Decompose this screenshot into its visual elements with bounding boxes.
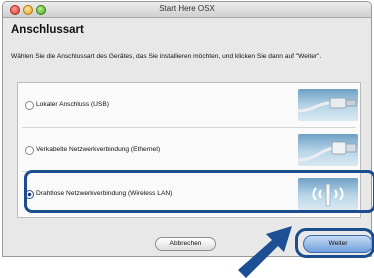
next-button-highlight [295, 228, 374, 258]
option-ethernet-label: Verkabelte Netzwerkverbindung (Ethernet) [36, 146, 161, 153]
option-divider [22, 127, 356, 128]
cancel-button[interactable]: Abbrechen [155, 237, 216, 251]
radio-ethernet[interactable] [25, 146, 34, 155]
instruction-text: Wählen Sie die Anschlussart des Gerätes,… [11, 53, 322, 60]
option-usb-label: Lokaler Anschluss (USB) [36, 101, 109, 108]
page-title: Anschlussart [11, 24, 84, 36]
option-usb[interactable]: Lokaler Anschluss (USB) [18, 87, 360, 123]
installer-window: Start Here OSX Anschlussart Wählen Sie d… [2, 1, 372, 257]
window-title: Start Here OSX [159, 4, 215, 13]
ethernet-cable-icon [298, 134, 358, 166]
option-ethernet[interactable]: Verkabelte Netzwerkverbindung (Ethernet) [18, 132, 360, 168]
wireless-option-highlight [24, 170, 374, 213]
pointer-arrow-icon [238, 226, 292, 278]
usb-cable-icon [298, 89, 358, 121]
title-bar: Start Here OSX [3, 2, 371, 18]
radio-usb[interactable] [25, 101, 34, 110]
